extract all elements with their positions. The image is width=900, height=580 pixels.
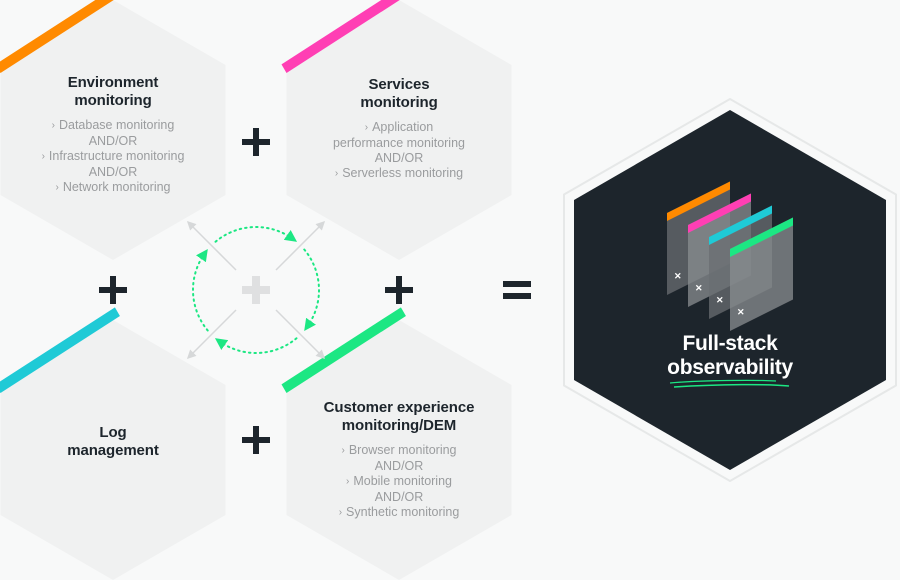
plus-bar-v (253, 128, 259, 156)
observability-diagram: ✕ ✕ ✕ ✕ Environment monitoring › Database mo… (0, 0, 900, 580)
cycle-arrow (192, 248, 209, 332)
hex-services-items: › Application performance monitoring AND/OR… (299, 120, 499, 182)
hex-environment-title: Environment monitoring (67, 74, 159, 109)
equals-bar-bottom (503, 293, 531, 299)
plus-icon (242, 128, 270, 156)
plus-bar-v (252, 276, 260, 304)
list-item: performance monitoring (332, 136, 465, 150)
hex-log-title: Log management (67, 424, 159, 459)
chevron-right-icon: › (341, 445, 345, 456)
chevron-right-icon: › (338, 507, 343, 518)
chevron-right-icon: › (364, 122, 369, 133)
and-or-connector: AND/OR (374, 490, 424, 504)
hex-customer-items: › Browser monitoring AND/OR › Mobile monitor… (279, 443, 519, 521)
plus-icon (99, 276, 127, 304)
hex-customer-text: Customer experience monitoring/DEM › Brow… (279, 399, 519, 521)
chevron-right-icon: › (334, 168, 339, 179)
close-icon: ✕ (695, 283, 703, 293)
diagonal-arrow (186, 220, 237, 271)
equals-bar-top (503, 281, 531, 287)
cycle-arrow (214, 337, 298, 354)
plus-icon (242, 426, 270, 454)
and-or-connector: AND/OR (88, 134, 138, 148)
list-item: › Mobile monitoring (345, 474, 452, 488)
plus-bar-v (110, 276, 116, 304)
chevron-right-icon: › (345, 476, 350, 487)
list-item: › Synthetic monitoring (338, 505, 460, 519)
hex-environment-text: Environment monitoring › Database monitor… (13, 74, 213, 196)
close-icon: ✕ (737, 307, 745, 317)
cycle-arrow (303, 248, 320, 332)
plus-bar-v (396, 276, 402, 304)
plus-icon-center (242, 276, 270, 304)
hex-environment-items: › Database monitoring AND/OR › Infrastructur… (13, 118, 213, 196)
equals-icon (503, 281, 531, 299)
chevron-right-icon: › (51, 120, 55, 131)
hex-log-text: Log management (13, 424, 213, 460)
diagonal-arrow (186, 309, 237, 360)
close-icon: ✕ (674, 271, 682, 281)
list-item: › Serverless monitoring (334, 166, 464, 180)
hex-customer-title: Customer experience monitoring/DEM (323, 399, 475, 434)
result-hex: ✕ ✕ ✕ ✕ (563, 98, 897, 482)
list-item: › Application (364, 120, 434, 134)
chevron-right-icon: › (55, 182, 59, 193)
list-item: › Database monitoring (51, 118, 175, 132)
plus-icon (385, 276, 413, 304)
hex-services-title: Services monitoring (360, 76, 438, 111)
plus-bar-v (253, 426, 259, 454)
diagonal-arrow (275, 220, 326, 271)
close-icon: ✕ (716, 295, 724, 305)
list-item: › Browser monitoring (341, 443, 457, 457)
and-or-connector: AND/OR (374, 151, 424, 165)
hex-services-text: Services monitoring › Application performa… (299, 76, 499, 182)
diagonal-arrow (275, 309, 326, 360)
and-or-connector: AND/OR (374, 459, 424, 473)
list-item: › Infrastructure monitoring (41, 149, 185, 163)
cycle-arrow (214, 226, 298, 243)
list-item: › Network monitoring (55, 180, 171, 194)
chevron-right-icon: › (41, 151, 45, 162)
result-title: Full-stack observability (667, 332, 793, 379)
and-or-connector: AND/OR (88, 165, 138, 179)
